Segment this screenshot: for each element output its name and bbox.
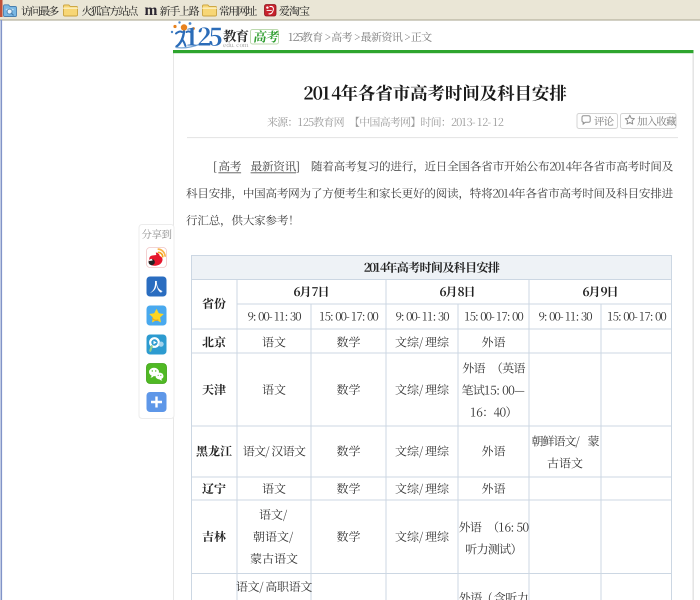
svg-text:m: m: [145, 2, 158, 19]
